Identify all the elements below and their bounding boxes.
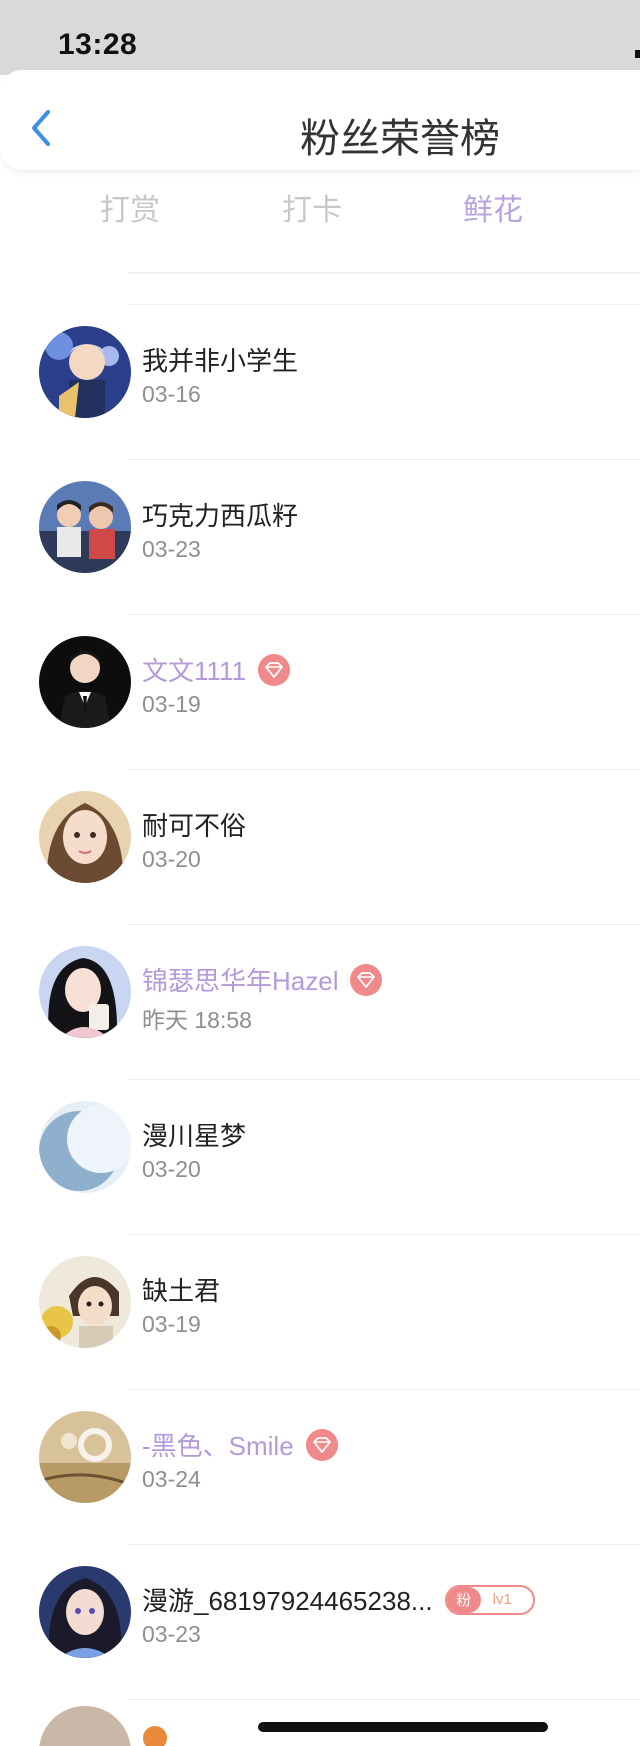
diamond-icon bbox=[305, 1428, 338, 1461]
avatar[interactable] bbox=[39, 481, 131, 573]
nav-bar: 粉丝荣誉榜 bbox=[0, 70, 640, 170]
fan-name[interactable]: 巧克力西瓜籽 bbox=[142, 496, 298, 533]
fan-name[interactable]: 文文1111 bbox=[142, 651, 246, 688]
status-time: 13:28 bbox=[58, 28, 138, 61]
tab-flowers[interactable]: 鲜花 bbox=[463, 185, 523, 229]
fan-name[interactable]: 锦瑟思华年Hazel bbox=[142, 961, 338, 998]
list-item[interactable]: 耐可不俗 03-20 bbox=[0, 770, 640, 925]
divider bbox=[128, 272, 640, 274]
avatar[interactable] bbox=[39, 636, 131, 728]
fan-name[interactable]: 缺土君 bbox=[142, 1271, 220, 1308]
tab-bar: 打赏 打卡 鲜花 bbox=[0, 185, 640, 245]
list-item[interactable]: 漫川星梦 03-20 bbox=[0, 1080, 640, 1235]
avatar[interactable] bbox=[39, 326, 131, 418]
signal-icon bbox=[635, 50, 640, 58]
fan-date: 昨天 18:58 bbox=[142, 1007, 252, 1033]
list-item[interactable]: -黑色、Smile 03-24 bbox=[0, 1390, 640, 1545]
fan-date: 03-20 bbox=[142, 1156, 201, 1182]
fan-date: 03-20 bbox=[142, 846, 201, 872]
fan-level: lv1 bbox=[492, 1591, 512, 1608]
avatar[interactable] bbox=[39, 1566, 131, 1658]
fan-name[interactable]: 漫川星梦 bbox=[142, 1116, 246, 1153]
avatar[interactable] bbox=[39, 791, 131, 883]
fan-name[interactable]: 耐可不俗 bbox=[142, 806, 246, 843]
avatar[interactable] bbox=[39, 1101, 131, 1193]
diamond-icon bbox=[350, 963, 383, 996]
fan-name[interactable]: 漫游_68197924465238... bbox=[142, 1581, 433, 1618]
tab-reward[interactable]: 打赏 bbox=[100, 185, 160, 229]
home-indicator[interactable] bbox=[258, 1722, 548, 1732]
list-item[interactable]: 锦瑟思华年Hazel 昨天 18:58 bbox=[0, 925, 640, 1080]
fan-date: 03-24 bbox=[142, 1466, 201, 1492]
list-item[interactable]: 文文1111 03-19 bbox=[0, 615, 640, 770]
fan-list: 我并非小学生 03-16 巧克力西瓜籽 03-23 文文1111 03-19 耐… bbox=[0, 305, 640, 1700]
fan-level-badge: 粉 lv1 bbox=[444, 1584, 535, 1615]
list-item[interactable]: 缺土君 03-19 bbox=[0, 1235, 640, 1390]
fan-date: 03-16 bbox=[142, 381, 201, 407]
tab-checkin[interactable]: 打卡 bbox=[282, 185, 342, 229]
fan-date: 03-19 bbox=[142, 691, 201, 717]
status-bar: 13:28 bbox=[0, 0, 640, 75]
list-item[interactable]: 巧克力西瓜籽 03-23 bbox=[0, 460, 640, 615]
page-title: 粉丝荣誉榜 bbox=[300, 117, 500, 161]
list-item[interactable]: 我并非小学生 03-16 bbox=[0, 305, 640, 460]
diamond-icon bbox=[258, 653, 291, 686]
fan-date: 03-23 bbox=[142, 1621, 201, 1647]
fan-date: 03-23 bbox=[142, 536, 201, 562]
fan-date: 03-19 bbox=[142, 1311, 201, 1337]
fan-name[interactable]: -黑色、Smile bbox=[142, 1426, 294, 1463]
avatar[interactable] bbox=[39, 1256, 131, 1348]
fan-name[interactable]: 我并非小学生 bbox=[142, 341, 298, 378]
list-item[interactable]: 漫游_68197924465238... 粉 lv1 03-23 bbox=[0, 1545, 640, 1700]
avatar[interactable] bbox=[39, 946, 131, 1038]
avatar[interactable] bbox=[39, 1411, 131, 1503]
fan-tag: 粉 bbox=[446, 1586, 481, 1613]
